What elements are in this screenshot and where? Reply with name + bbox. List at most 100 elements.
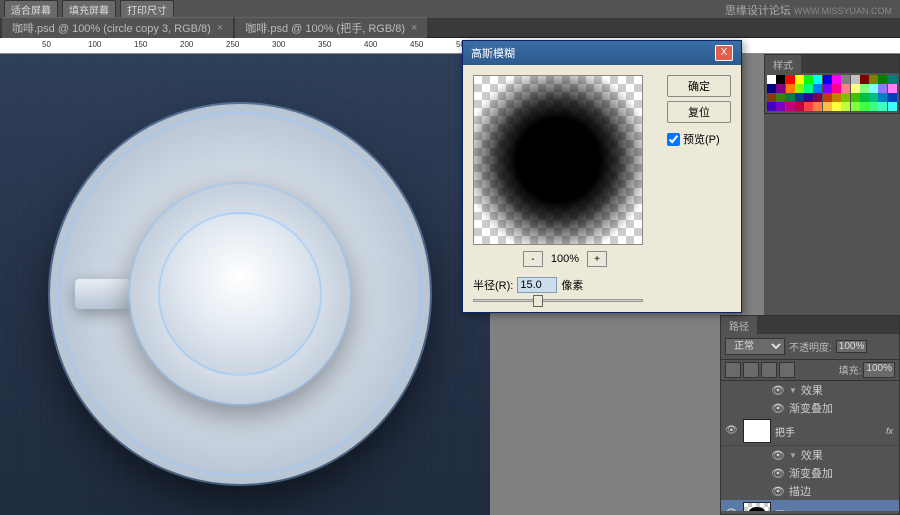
color-swatch[interactable] xyxy=(860,93,869,102)
color-swatch[interactable] xyxy=(823,102,832,111)
color-swatch[interactable] xyxy=(823,93,832,102)
color-swatch[interactable] xyxy=(888,84,897,93)
eye-icon[interactable]: 👁 xyxy=(771,485,785,498)
eye-icon[interactable]: 👁 xyxy=(725,425,739,437)
color-swatch[interactable] xyxy=(767,84,776,93)
color-swatch[interactable] xyxy=(767,93,776,102)
color-swatch[interactable] xyxy=(878,93,887,102)
dialog-titlebar[interactable]: 高斯模糊 X xyxy=(463,41,741,65)
slider-thumb[interactable] xyxy=(533,295,543,307)
color-swatch[interactable] xyxy=(860,102,869,111)
color-swatch[interactable] xyxy=(776,84,785,93)
color-swatch[interactable] xyxy=(786,102,795,111)
color-swatch[interactable] xyxy=(786,84,795,93)
radius-slider[interactable] xyxy=(473,299,643,302)
zoom-out-button[interactable]: - xyxy=(523,251,543,267)
styles-tab[interactable]: 样式 xyxy=(765,55,801,73)
lock-all-icon[interactable] xyxy=(779,362,795,378)
lock-pixels-icon[interactable] xyxy=(743,362,759,378)
color-swatch[interactable] xyxy=(869,102,878,111)
preview-checkbox-label[interactable]: 预览(P) xyxy=(667,131,731,147)
color-swatch[interactable] xyxy=(776,93,785,102)
color-swatch[interactable] xyxy=(851,93,860,102)
layer-row-selected[interactable]: 👁 图层 1 xyxy=(721,500,899,511)
fill-value[interactable]: 100% xyxy=(863,362,895,378)
close-button[interactable]: X xyxy=(715,45,733,61)
color-swatch[interactable] xyxy=(860,84,869,93)
color-swatch[interactable] xyxy=(795,75,804,84)
effect-sub-row[interactable]: 👁渐变叠加 xyxy=(721,399,899,417)
color-swatch[interactable] xyxy=(832,84,841,93)
color-swatch[interactable] xyxy=(860,75,869,84)
color-swatch[interactable] xyxy=(823,75,832,84)
fill-screen-button[interactable]: 填充屏幕 xyxy=(62,0,116,19)
ok-button[interactable]: 确定 xyxy=(667,75,731,97)
lock-icon[interactable] xyxy=(725,362,741,378)
blend-mode-select[interactable]: 正常 xyxy=(725,338,785,355)
color-swatch[interactable] xyxy=(869,93,878,102)
color-swatch[interactable] xyxy=(795,84,804,93)
color-swatch[interactable] xyxy=(832,93,841,102)
color-swatch[interactable] xyxy=(767,102,776,111)
eye-icon[interactable]: 👁 xyxy=(771,402,785,415)
color-swatch[interactable] xyxy=(804,93,813,102)
color-swatch[interactable] xyxy=(888,93,897,102)
layer-thumbnail[interactable] xyxy=(743,419,771,443)
fx-badge[interactable]: fx xyxy=(886,426,893,436)
color-swatch[interactable] xyxy=(869,75,878,84)
color-swatch[interactable] xyxy=(776,75,785,84)
effect-row[interactable]: 👁▼效果 xyxy=(721,381,899,399)
color-swatch[interactable] xyxy=(795,102,804,111)
color-swatch[interactable] xyxy=(823,84,832,93)
color-swatch[interactable] xyxy=(832,75,841,84)
document-tab[interactable]: 咖啡.psd @ 100% (把手, RGB/8) × xyxy=(235,17,427,38)
color-swatch[interactable] xyxy=(851,75,860,84)
eye-icon[interactable]: 👁 xyxy=(771,449,785,462)
color-swatch[interactable] xyxy=(813,93,822,102)
color-swatch[interactable] xyxy=(878,84,887,93)
print-size-button[interactable]: 打印尺寸 xyxy=(120,0,174,19)
canvas[interactable] xyxy=(0,54,490,515)
color-swatch[interactable] xyxy=(869,84,878,93)
color-swatch[interactable] xyxy=(786,93,795,102)
color-swatch[interactable] xyxy=(804,84,813,93)
layer-row[interactable]: 👁 把手 fx xyxy=(721,417,899,446)
color-swatch[interactable] xyxy=(841,102,850,111)
color-swatch[interactable] xyxy=(841,84,850,93)
opacity-value[interactable]: 100% xyxy=(836,340,868,353)
zoom-in-button[interactable]: + xyxy=(587,251,607,267)
color-swatch[interactable] xyxy=(804,75,813,84)
fit-screen-button[interactable]: 适合屏幕 xyxy=(4,0,58,19)
layer-thumbnail[interactable] xyxy=(743,502,771,511)
color-swatch[interactable] xyxy=(813,75,822,84)
eye-icon[interactable]: 👁 xyxy=(771,384,785,397)
color-swatch[interactable] xyxy=(832,102,841,111)
document-tab[interactable]: 咖啡.psd @ 100% (circle copy 3, RGB/8) × xyxy=(2,17,233,38)
effect-sub-row[interactable]: 👁描边 xyxy=(721,482,899,500)
effect-sub-row[interactable]: 👁渐变叠加 xyxy=(721,464,899,482)
preview-checkbox[interactable] xyxy=(667,133,680,146)
color-swatch[interactable] xyxy=(878,102,887,111)
color-swatch[interactable] xyxy=(841,93,850,102)
color-swatch[interactable] xyxy=(813,84,822,93)
effect-row[interactable]: 👁▼效果 xyxy=(721,446,899,464)
color-swatch[interactable] xyxy=(851,102,860,111)
color-swatch[interactable] xyxy=(851,84,860,93)
color-swatch[interactable] xyxy=(776,102,785,111)
color-swatch[interactable] xyxy=(786,75,795,84)
close-icon[interactable]: × xyxy=(411,22,417,34)
color-swatch[interactable] xyxy=(813,102,822,111)
radius-input[interactable] xyxy=(517,277,557,293)
eye-icon[interactable]: 👁 xyxy=(725,508,739,511)
close-icon[interactable]: × xyxy=(217,22,223,34)
eye-icon[interactable]: 👁 xyxy=(771,467,785,480)
reset-button[interactable]: 复位 xyxy=(667,101,731,123)
color-swatch[interactable] xyxy=(795,93,804,102)
color-swatch[interactable] xyxy=(888,75,897,84)
color-swatch[interactable] xyxy=(804,102,813,111)
lock-position-icon[interactable] xyxy=(761,362,777,378)
color-swatch[interactable] xyxy=(841,75,850,84)
paths-tab[interactable]: 路径 xyxy=(721,316,757,334)
color-swatch[interactable] xyxy=(767,75,776,84)
blur-preview[interactable] xyxy=(473,75,643,245)
